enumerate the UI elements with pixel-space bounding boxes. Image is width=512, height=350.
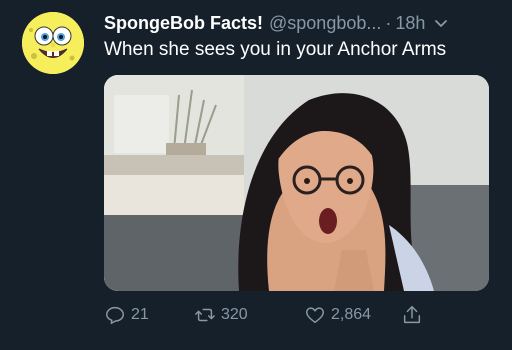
reply-button[interactable]: 21 [104, 302, 149, 328]
chevron-down-icon[interactable] [433, 15, 449, 31]
tweet-media[interactable] [104, 75, 489, 291]
tweet-text: When she sees you in your Anchor Arms [104, 39, 447, 60]
reply-bubble-icon [106, 306, 124, 324]
tweet-actions: 21 320 2,864 [104, 300, 489, 330]
like-button[interactable]: 2,864 [304, 302, 371, 328]
separator-dot: · [385, 13, 392, 33]
spongebob-face-icon [22, 12, 84, 74]
retweet-icon [195, 308, 215, 322]
avatar[interactable] [22, 12, 84, 74]
retweet-button[interactable]: 320 [194, 302, 248, 328]
tweet-card[interactable]: SpongeBob Facts! @spongbob... · 18h When… [0, 0, 512, 350]
tweet-header: SpongeBob Facts! @spongbob... · 18h [104, 12, 496, 34]
reply-count: 21 [131, 306, 149, 323]
like-count: 2,864 [331, 306, 372, 323]
user-handle[interactable]: @spongbob... [269, 12, 381, 34]
display-name[interactable]: SpongeBob Facts! [104, 12, 263, 34]
timestamp[interactable]: 18h [395, 12, 425, 34]
share-upload-icon [403, 306, 421, 324]
heart-icon [306, 307, 324, 324]
retweet-count: 320 [221, 306, 248, 323]
media-image [104, 75, 489, 291]
share-button[interactable] [401, 302, 428, 328]
